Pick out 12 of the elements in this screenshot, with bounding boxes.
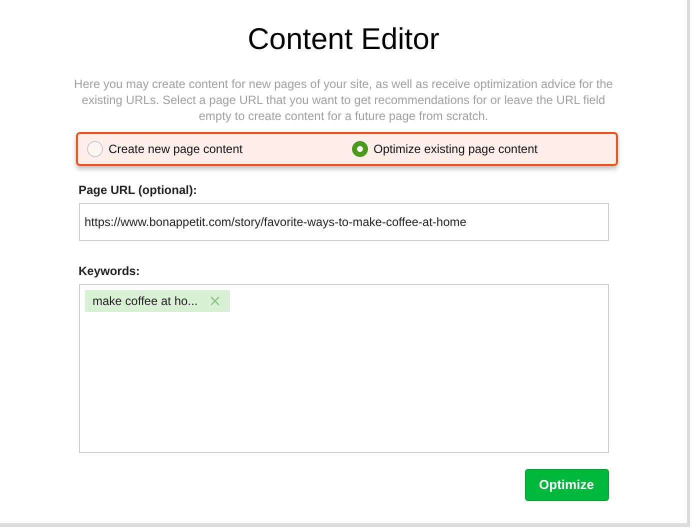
keyword-text: make coffee at ho... (92, 293, 198, 310)
radio-button[interactable] (86, 141, 102, 157)
radio-label[interactable]: Create new page content (108, 140, 243, 158)
keywords-field[interactable]: make coffee at ho... (78, 284, 608, 453)
field-label: Page URL (optional): (78, 183, 198, 197)
close-icon[interactable] (210, 296, 220, 306)
description-text: Here you may create content for new pages of your site, as well as receive optimization advice for the existing URLs. Select a page URL that you want to get recommendations for or leave the URL field empty to create content for a future page from scratch. (74, 76, 614, 124)
url-input-field[interactable]: https://www.bonappetit.com/story/favorite-ways-to-make-coffee-at-home (78, 203, 608, 241)
radio-label[interactable]: Optimize existing page content (374, 140, 538, 158)
field-label: Keywords: (78, 264, 141, 278)
page-title: Content Editor (248, 22, 440, 58)
radio-button[interactable] (352, 141, 368, 157)
